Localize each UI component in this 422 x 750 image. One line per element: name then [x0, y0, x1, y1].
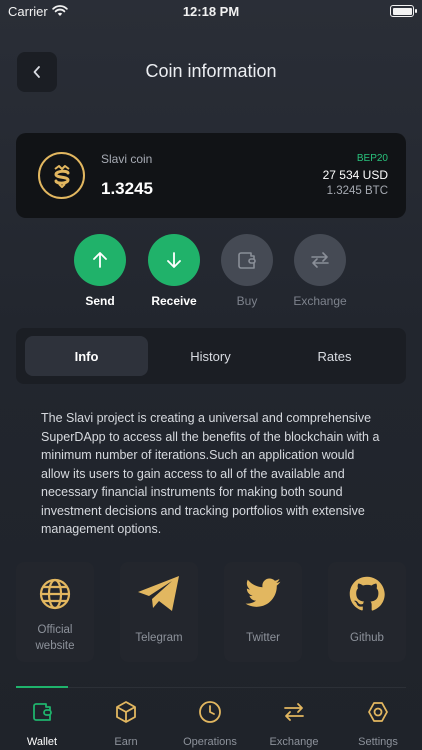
- nav-item-operations[interactable]: Operations: [168, 690, 252, 750]
- clock-time: 12:18 PM: [182, 4, 240, 19]
- tab-rates[interactable]: Rates: [273, 336, 396, 376]
- nav-label: Wallet: [26, 736, 58, 748]
- swap-icon: [284, 703, 304, 721]
- nav-divider: [16, 687, 406, 688]
- tab-history[interactable]: History: [149, 336, 272, 376]
- link-label-line2: website: [35, 640, 75, 652]
- link-label: Telegram: [135, 632, 183, 644]
- usd-unit: USD: [362, 168, 388, 182]
- github-link[interactable]: Github: [328, 562, 406, 662]
- swap-icon: [311, 252, 329, 268]
- btc-amount: 1.3245: [326, 185, 362, 197]
- slavi-logo-icon: [38, 152, 85, 199]
- wallet-icon: [238, 252, 256, 269]
- arrow-down-icon: [167, 252, 181, 268]
- nav-item-settings[interactable]: Settings: [336, 690, 420, 750]
- telegram-icon: [120, 574, 198, 614]
- buy-circle[interactable]: [221, 234, 273, 286]
- receive-button[interactable]: Receive: [139, 234, 209, 308]
- send-circle[interactable]: [74, 234, 126, 286]
- nav-item-wallet[interactable]: Wallet: [0, 690, 84, 750]
- coin-balance: 1.3245: [101, 179, 153, 198]
- tab-info[interactable]: Info: [25, 336, 148, 376]
- globe-icon: [16, 574, 94, 614]
- usd-value: 27 534 USD: [323, 168, 388, 182]
- send-label: Send: [85, 294, 115, 308]
- bottom-nav: Wallet Earn Operations Exchange Settings: [0, 690, 422, 750]
- buy-label: Buy: [236, 294, 258, 308]
- network-badge: BEP20: [356, 153, 388, 164]
- official-website-link[interactable]: Official website: [16, 562, 94, 662]
- link-label-line1: Official: [37, 624, 73, 636]
- link-label: Github: [350, 632, 384, 644]
- status-bar: Carrier 12:18 PM: [0, 0, 422, 24]
- exchange-label: Exchange: [293, 294, 347, 308]
- gear-icon: [368, 702, 388, 722]
- telegram-link[interactable]: Telegram: [120, 562, 198, 662]
- nav-label: Earn: [114, 736, 138, 748]
- nav-item-earn[interactable]: Earn: [84, 690, 168, 750]
- exchange-button[interactable]: Exchange: [285, 234, 355, 308]
- nav-label: Settings: [358, 736, 398, 748]
- coin-description: The Slavi project is creating a universa…: [41, 411, 380, 536]
- nav-active-indicator: [16, 686, 68, 688]
- nav-label: Exchange: [269, 736, 319, 748]
- coin-name: Slavi coin: [101, 152, 153, 166]
- clock-icon: [199, 701, 221, 723]
- battery-icon: [390, 5, 417, 17]
- page-title: Coin information: [145, 61, 277, 81]
- btc-unit: BTC: [365, 185, 388, 197]
- info-tabs: Info History Rates: [16, 328, 406, 384]
- twitter-icon: [224, 574, 302, 614]
- github-icon: [328, 574, 406, 614]
- usd-amount: 27 534: [322, 168, 360, 182]
- btc-value: 1.3245 BTC: [327, 185, 388, 197]
- coin-summary-card: Slavi coin 1.3245 BEP20 27 534 USD 1.324…: [16, 133, 406, 218]
- receive-circle[interactable]: [148, 234, 200, 286]
- nav-item-exchange[interactable]: Exchange: [252, 690, 336, 750]
- exchange-circle[interactable]: [294, 234, 346, 286]
- send-button[interactable]: Send: [65, 234, 135, 308]
- cube-icon: [116, 701, 136, 723]
- receive-label: Receive: [151, 294, 197, 308]
- arrow-up-icon: [93, 252, 107, 268]
- twitter-link[interactable]: Twitter: [224, 562, 302, 662]
- buy-button[interactable]: Buy: [212, 234, 282, 308]
- wallet-icon: [33, 703, 52, 721]
- nav-label: Operations: [183, 736, 237, 748]
- link-label: Twitter: [246, 632, 280, 644]
